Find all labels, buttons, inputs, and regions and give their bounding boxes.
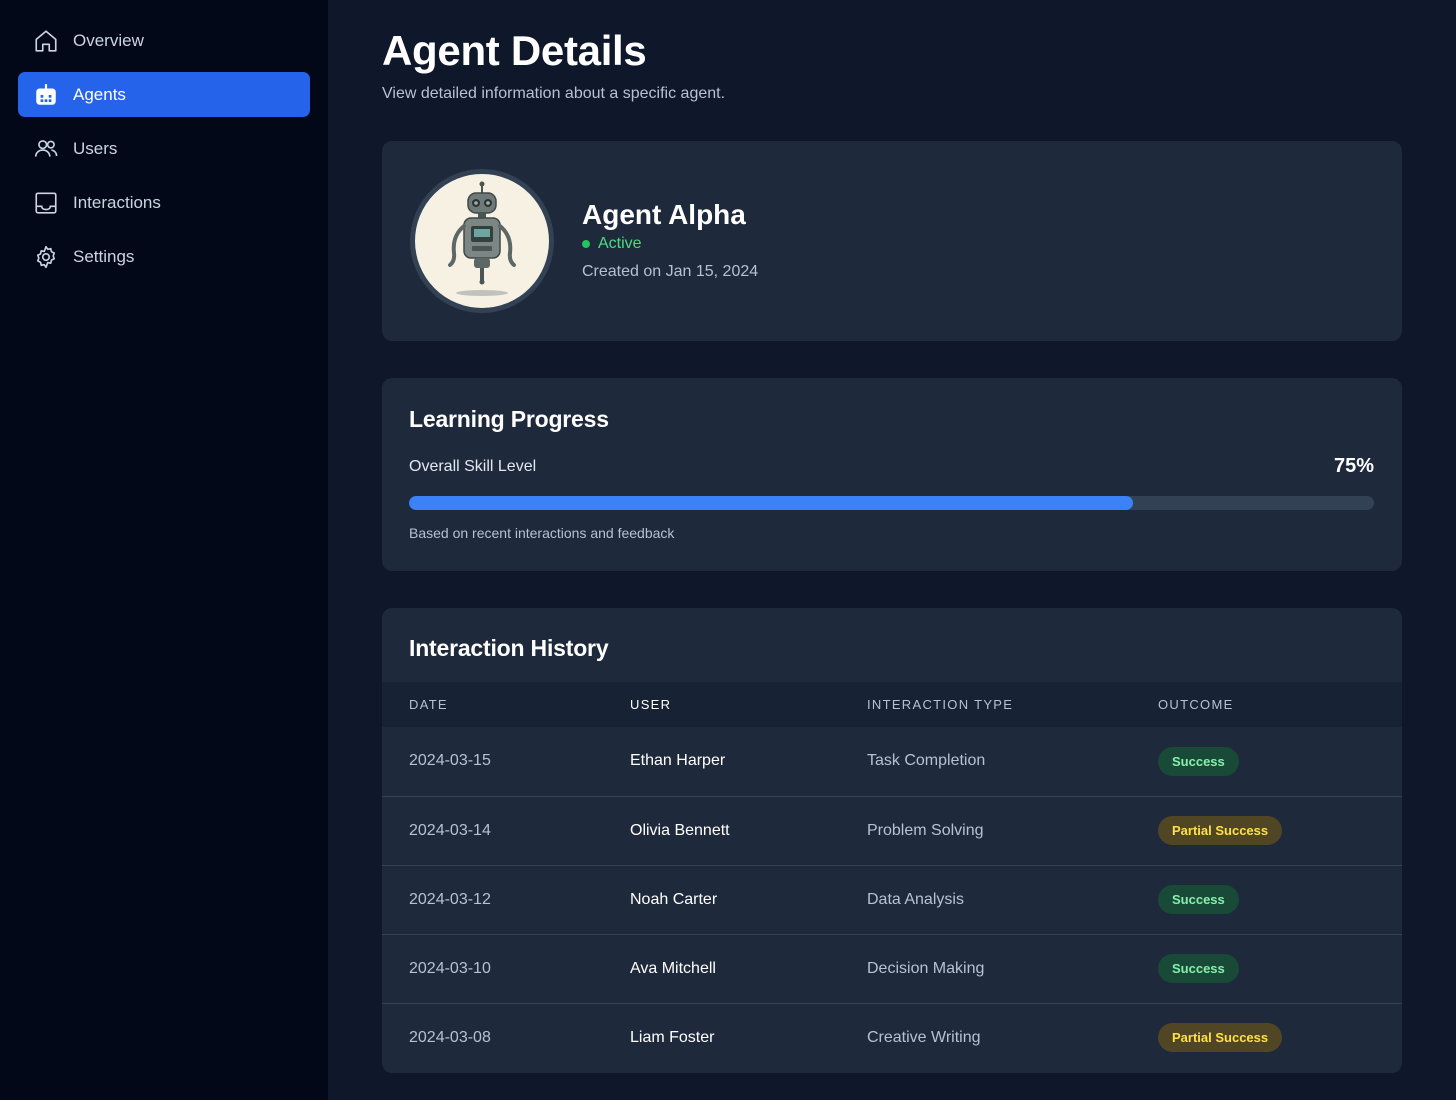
cell-interaction-type: Creative Writing bbox=[867, 1002, 1158, 1072]
progress-bar-fill bbox=[409, 496, 1133, 510]
users-icon bbox=[33, 136, 59, 162]
skill-level-label: Overall Skill Level bbox=[409, 458, 537, 475]
robot-icon bbox=[33, 82, 59, 108]
sidebar-item-label: Settings bbox=[73, 246, 135, 266]
outcome-badge: Partial Success bbox=[1158, 1023, 1283, 1053]
outcome-badge: Success bbox=[1158, 746, 1239, 776]
cell-user: Liam Foster bbox=[630, 1002, 867, 1072]
home-icon bbox=[33, 28, 59, 54]
agent-name: Agent Alpha bbox=[582, 199, 746, 230]
cell-outcome: Partial Success bbox=[1158, 795, 1402, 865]
progress-bar bbox=[409, 496, 1374, 510]
outcome-badge: Partial Success bbox=[1158, 816, 1283, 845]
table-header-row: DATE USER INTERACTION TYPE OUTCOME bbox=[382, 682, 1402, 727]
main-content: Agent Details View detailed information … bbox=[382, 0, 1402, 1073]
column-header-interaction-type[interactable]: INTERACTION TYPE bbox=[867, 682, 1158, 727]
avatar bbox=[410, 169, 554, 313]
robot-avatar-icon bbox=[448, 181, 516, 296]
cell-user: Ava Mitchell bbox=[630, 933, 867, 1003]
interaction-history-title: Interaction History bbox=[409, 635, 609, 661]
sidebar-item-interactions[interactable]: Interactions bbox=[18, 180, 310, 225]
status-label: Active bbox=[598, 235, 642, 252]
skill-level-value: 75% bbox=[1333, 455, 1374, 477]
column-header-date[interactable]: DATE bbox=[382, 682, 630, 727]
created-date: Created on Jan 15, 2024 bbox=[582, 263, 759, 280]
cell-outcome: Success bbox=[1158, 727, 1402, 796]
page-title: Agent Details bbox=[382, 27, 647, 74]
sidebar-item-agents[interactable]: Agents bbox=[18, 72, 310, 117]
sidebar-item-label: Users bbox=[73, 138, 118, 158]
progress-note: Based on recent interactions and feedbac… bbox=[409, 525, 675, 541]
cell-interaction-type: Problem Solving bbox=[867, 795, 1158, 865]
sidebar-item-label: Overview bbox=[73, 30, 144, 50]
cell-date: 2024-03-10 bbox=[382, 933, 630, 1003]
cell-outcome: Partial Success bbox=[1158, 1002, 1402, 1072]
sidebar-item-users[interactable]: Users bbox=[18, 126, 310, 171]
cell-outcome: Success bbox=[1158, 864, 1402, 934]
table-row[interactable]: 2024-03-10 Ava Mitchell Decision Making … bbox=[382, 933, 1402, 1003]
table-row[interactable]: 2024-03-15 Ethan Harper Task Completion … bbox=[382, 727, 1402, 796]
gear-icon bbox=[33, 244, 59, 270]
outcome-badge: Success bbox=[1158, 885, 1239, 914]
cell-interaction-type: Decision Making bbox=[867, 933, 1158, 1003]
cell-date: 2024-03-12 bbox=[382, 864, 630, 934]
cell-date: 2024-03-14 bbox=[382, 795, 630, 865]
sidebar: Overview Agents Users Interactions Setti… bbox=[0, 0, 328, 1100]
outcome-badge: Success bbox=[1158, 954, 1239, 983]
interaction-history-card: Interaction History DATE USER INTERACTIO… bbox=[382, 608, 1402, 1073]
status-badge: Active bbox=[582, 235, 642, 253]
learning-progress-title: Learning Progress bbox=[409, 406, 609, 432]
page-subtitle: View detailed information about a specif… bbox=[382, 85, 726, 102]
cell-user: Noah Carter bbox=[630, 864, 867, 934]
sidebar-item-label: Interactions bbox=[73, 192, 161, 212]
cell-date: 2024-03-15 bbox=[409, 752, 491, 770]
cell-interaction-type: Data Analysis bbox=[867, 864, 1158, 934]
cell-user: Olivia Bennett bbox=[630, 795, 867, 865]
cell-interaction-type: Task Completion bbox=[867, 752, 986, 770]
learning-progress-card: Learning Progress Overall Skill Level 75… bbox=[382, 378, 1402, 571]
sidebar-item-settings[interactable]: Settings bbox=[18, 234, 310, 279]
agent-profile-card: Agent Alpha Active Created on Jan 15, 20… bbox=[382, 141, 1402, 341]
cell-outcome: Success bbox=[1158, 933, 1402, 1003]
table-row[interactable]: 2024-03-14 Olivia Bennett Problem Solvin… bbox=[382, 795, 1402, 865]
table-row[interactable]: 2024-03-12 Noah Carter Data Analysis Suc… bbox=[382, 864, 1402, 934]
inbox-icon bbox=[33, 190, 59, 216]
sidebar-item-overview[interactable]: Overview bbox=[18, 18, 310, 63]
column-header-outcome[interactable]: OUTCOME bbox=[1158, 682, 1402, 727]
table-row[interactable]: 2024-03-08 Liam Foster Creative Writing … bbox=[382, 1002, 1402, 1072]
interaction-history-table: DATE USER INTERACTION TYPE OUTCOME 2024-… bbox=[382, 682, 1402, 1072]
cell-date: 2024-03-08 bbox=[382, 1002, 630, 1072]
column-header-user[interactable]: USER bbox=[630, 682, 867, 727]
cell-user: Ethan Harper bbox=[630, 752, 726, 770]
status-dot-icon bbox=[582, 240, 590, 248]
sidebar-item-label: Agents bbox=[73, 84, 126, 104]
